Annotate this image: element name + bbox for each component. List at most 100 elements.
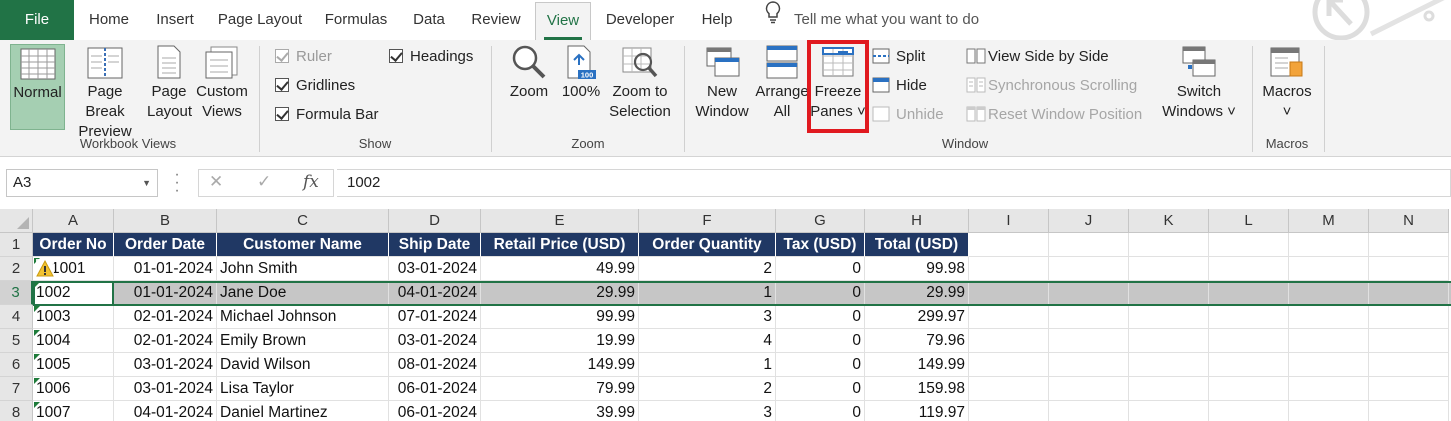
empty-cell[interactable] xyxy=(1369,257,1449,281)
reset-window-position-button[interactable]: Reset Window Position xyxy=(966,104,1142,126)
arrange-all-button[interactable]: Arrange All xyxy=(754,44,810,130)
table-cell[interactable]: 01-01-2024 xyxy=(114,257,217,281)
table-cell[interactable]: 1003 xyxy=(33,305,114,329)
tab-view[interactable]: View xyxy=(535,2,591,40)
empty-cell[interactable] xyxy=(1129,305,1209,329)
table-cell[interactable]: 119.97 xyxy=(865,401,969,421)
table-cell[interactable]: Lisa Taylor xyxy=(217,377,389,401)
table-cell[interactable]: 04-01-2024 xyxy=(114,401,217,421)
empty-cell[interactable] xyxy=(1369,281,1449,305)
empty-cell[interactable] xyxy=(1289,353,1369,377)
table-cell[interactable]: 2 xyxy=(639,377,776,401)
table-cell[interactable]: 159.98 xyxy=(865,377,969,401)
tab-insert[interactable]: Insert xyxy=(144,0,206,40)
row-header-5[interactable]: 5 xyxy=(0,329,33,353)
column-header-d[interactable]: D xyxy=(389,209,481,233)
row-header-4[interactable]: 4 xyxy=(0,305,33,329)
table-cell[interactable]: 03-01-2024 xyxy=(114,377,217,401)
column-header-j[interactable]: J xyxy=(1049,209,1129,233)
tab-formulas[interactable]: Formulas xyxy=(316,0,396,40)
unhide-button[interactable]: Unhide xyxy=(872,104,944,126)
table-cell[interactable]: 04-01-2024 xyxy=(389,281,481,305)
empty-cell[interactable] xyxy=(1369,305,1449,329)
empty-cell[interactable] xyxy=(1369,353,1449,377)
macros-button[interactable]: Macros ˅ xyxy=(1258,44,1316,130)
empty-cell[interactable] xyxy=(1129,353,1209,377)
empty-cell[interactable] xyxy=(1129,401,1209,421)
empty-cell[interactable] xyxy=(1369,329,1449,353)
empty-cell[interactable] xyxy=(969,353,1049,377)
empty-cell[interactable] xyxy=(1129,233,1209,257)
empty-cell[interactable] xyxy=(1049,281,1129,305)
row-header-2[interactable]: 2 xyxy=(0,257,33,281)
name-box-dropdown-icon[interactable]: ▼ xyxy=(142,170,151,196)
table-cell[interactable]: Daniel Martinez xyxy=(217,401,389,421)
table-cell[interactable]: 06-01-2024 xyxy=(389,377,481,401)
tell-me-search[interactable]: Tell me what you want to do xyxy=(764,0,979,40)
table-cell[interactable]: 149.99 xyxy=(481,353,639,377)
empty-cell[interactable] xyxy=(1049,305,1129,329)
empty-cell[interactable] xyxy=(1289,257,1369,281)
column-header-h[interactable]: H xyxy=(865,209,969,233)
table-cell[interactable]: John Smith xyxy=(217,257,389,281)
table-cell[interactable]: 08-01-2024 xyxy=(389,353,481,377)
enter-check-icon[interactable]: ✓ xyxy=(257,172,271,192)
tab-data[interactable]: Data xyxy=(402,0,456,40)
row-header-3[interactable]: 3 xyxy=(0,281,33,305)
empty-cell[interactable] xyxy=(1289,281,1369,305)
table-cell[interactable]: 1004 xyxy=(33,329,114,353)
empty-cell[interactable] xyxy=(1209,257,1289,281)
empty-cell[interactable] xyxy=(1289,329,1369,353)
table-cell[interactable]: 49.99 xyxy=(481,257,639,281)
column-header-a[interactable]: A xyxy=(33,209,114,233)
empty-cell[interactable] xyxy=(969,257,1049,281)
tab-home[interactable]: Home xyxy=(78,0,140,40)
table-cell[interactable]: 1 xyxy=(639,353,776,377)
table-cell[interactable]: 03-01-2024 xyxy=(114,353,217,377)
empty-cell[interactable] xyxy=(1049,233,1129,257)
tab-developer[interactable]: Developer xyxy=(598,0,682,40)
table-cell[interactable]: 99.99 xyxy=(481,305,639,329)
table-header-cell[interactable]: Ship Date xyxy=(389,233,481,257)
column-header-c[interactable]: C xyxy=(217,209,389,233)
row-header-6[interactable]: 6 xyxy=(0,353,33,377)
table-cell[interactable]: David Wilson xyxy=(217,353,389,377)
empty-cell[interactable] xyxy=(1209,281,1289,305)
table-cell[interactable]: 03-01-2024 xyxy=(389,329,481,353)
table-cell[interactable]: 07-01-2024 xyxy=(389,305,481,329)
table-cell[interactable]: 1005 xyxy=(33,353,114,377)
table-header-cell[interactable]: Order Quantity xyxy=(639,233,776,257)
row-header-8[interactable]: 8 xyxy=(0,401,33,421)
table-cell[interactable]: 1007 xyxy=(33,401,114,421)
empty-cell[interactable] xyxy=(1209,305,1289,329)
table-cell[interactable]: 4 xyxy=(639,329,776,353)
switch-windows-button[interactable]: Switch Windows ˅ xyxy=(1160,44,1238,130)
table-header-cell[interactable]: Order Date xyxy=(114,233,217,257)
table-cell[interactable]: 79.99 xyxy=(481,377,639,401)
synchronous-scrolling-button[interactable]: Synchronous Scrolling xyxy=(966,75,1137,97)
empty-cell[interactable] xyxy=(1209,233,1289,257)
gridlines-checkbox[interactable]: Gridlines xyxy=(275,75,355,97)
zoom-to-selection-button[interactable]: Zoom to Selection xyxy=(606,44,674,130)
table-cell[interactable]: 0 xyxy=(776,281,865,305)
column-header-b[interactable]: B xyxy=(114,209,217,233)
table-header-cell[interactable]: Total (USD) xyxy=(865,233,969,257)
empty-cell[interactable] xyxy=(1209,377,1289,401)
row-header-1[interactable]: 1 xyxy=(0,233,33,257)
empty-cell[interactable] xyxy=(1049,353,1129,377)
table-cell[interactable]: Emily Brown xyxy=(217,329,389,353)
table-cell[interactable]: 299.97 xyxy=(865,305,969,329)
empty-cell[interactable] xyxy=(1369,233,1449,257)
column-header-m[interactable]: M xyxy=(1289,209,1369,233)
spreadsheet-grid[interactable]: A B C D E F G H I J K L M N 1 2 3 4 5 6 7 8 Order No Order Date… xyxy=(0,209,1451,421)
table-cell[interactable]: Michael Johnson xyxy=(217,305,389,329)
empty-cell[interactable] xyxy=(1289,305,1369,329)
tab-page-layout[interactable]: Page Layout xyxy=(210,0,310,40)
table-cell[interactable]: 1006 xyxy=(33,377,114,401)
empty-cell[interactable] xyxy=(969,329,1049,353)
empty-cell[interactable] xyxy=(1369,401,1449,421)
table-cell[interactable]: 0 xyxy=(776,377,865,401)
table-cell[interactable]: 0 xyxy=(776,401,865,421)
empty-cell[interactable] xyxy=(1369,377,1449,401)
table-header-cell[interactable]: Order No xyxy=(33,233,114,257)
